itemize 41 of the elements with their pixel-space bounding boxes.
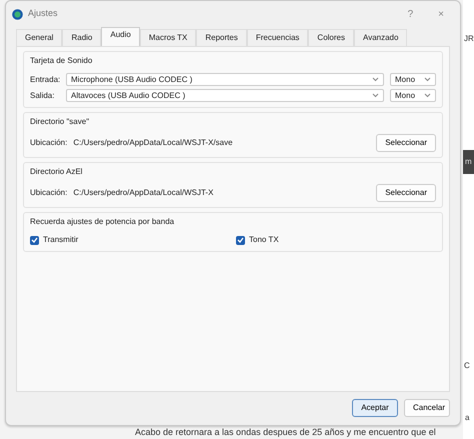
text-fragment: a [465,412,470,424]
dropdown[interactable]: Altavoces (USB Audio CODEC ) [66,89,384,102]
checkbox-label: Transmitir [43,234,78,246]
dropdown[interactable]: Microphone (USB Audio CODEC ) [66,73,384,86]
tab[interactable]: Radio [62,29,102,46]
checkbox[interactable] [30,236,39,244]
dialog-button[interactable]: Aceptar [352,399,398,417]
text-fragment: JR [464,33,474,45]
tab[interactable]: Frecuencias [246,29,308,46]
caret-icon [424,93,431,98]
app-icon [12,8,23,20]
field-label: Entrada: [30,74,60,86]
select-button[interactable]: Seleccionar [376,134,436,152]
field-label: Ubicación: [30,137,68,149]
checkbox[interactable] [236,236,245,244]
dropdown[interactable]: Mono [390,89,436,102]
window-title: Ajustes [28,7,58,20]
checkbox-label: Tono TX [249,234,279,246]
field-label: Salida: [30,90,56,102]
group-title: Tarjeta de Sonido [30,55,92,67]
dialog-button[interactable]: Cancelar [404,399,450,417]
group-title: Directorio "save" [30,116,90,128]
caret-icon [372,93,379,98]
group-title: Recuerda ajustes de potencia por banda [30,216,174,228]
text-fragment: m [463,150,474,174]
path-text: C:/Users/pedro/AppData/Local/WSJT-X [73,187,214,199]
tab[interactable]: Avanzado [354,29,408,46]
tab[interactable]: General [16,29,62,46]
dropdown[interactable]: Mono [390,73,436,86]
caret-icon [372,77,379,82]
tab[interactable]: Colores [308,29,354,46]
caret-icon [424,77,431,82]
tab[interactable]: Macros TX [140,29,196,46]
select-button[interactable]: Seleccionar [376,184,436,202]
group-title: Directorio AzEl [30,166,82,178]
field-label: Ubicación: [30,187,68,199]
text-fragment: C [464,360,470,372]
tab[interactable]: Reportes [196,29,247,46]
tab[interactable]: Audio [101,27,140,46]
post-text: Acabo de retornara a las ondas despues de 25 años y me encuentro que el [135,427,436,438]
path-text: C:/Users/pedro/AppData/Local/WSJT-X/save [73,137,234,149]
